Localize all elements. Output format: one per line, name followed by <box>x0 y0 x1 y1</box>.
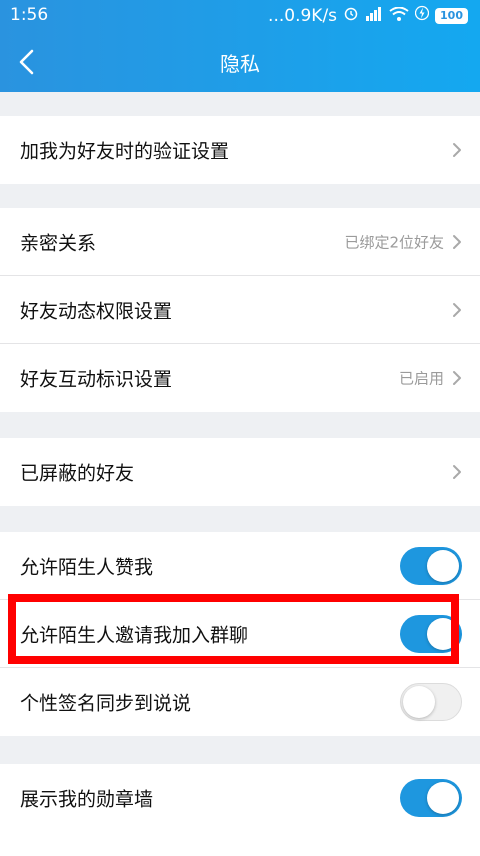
signal-icon <box>365 6 383 26</box>
charging-icon <box>414 5 430 26</box>
alarm-icon <box>343 5 359 26</box>
toggle-allow-stranger-likes[interactable] <box>400 546 462 585</box>
group-blocked: 已屏蔽的好友 <box>0 438 480 506</box>
row-value: 已绑定2位好友 <box>344 233 444 251</box>
row-show-medal-wall: 展示我的勋章墙 <box>0 764 480 832</box>
group-medal-wall: 展示我的勋章墙 <box>0 764 480 856</box>
row-label: 已屏蔽的好友 <box>20 462 135 485</box>
chevron-right-icon <box>453 371 461 385</box>
row-blocked-friends[interactable]: 已屏蔽的好友 <box>0 438 480 506</box>
status-time: 1:56 <box>10 5 49 25</box>
nav-bar: 隐私 <box>0 32 480 92</box>
wifi-icon <box>389 6 409 26</box>
toggle-show-medal-wall[interactable] <box>400 779 462 817</box>
page-title: 隐私 <box>220 52 260 76</box>
group-verification: 加我为好友时的验证设置 <box>0 116 480 184</box>
row-label: 好友互动标识设置 <box>20 368 173 391</box>
chevron-right-icon <box>453 302 461 317</box>
chevron-right-icon <box>453 465 461 479</box>
chevron-right-icon <box>453 234 461 249</box>
app-header: 1:56 ...0.9K/s 100 隐私 <box>0 0 480 92</box>
row-label: 好友动态权限设置 <box>20 300 173 322</box>
toggle-signature-sync[interactable] <box>400 683 462 721</box>
row-intimate-relationship[interactable]: 亲密关系 已绑定2位好友 <box>0 208 480 276</box>
toggle-knob <box>403 686 435 718</box>
status-icons: ...0.9K/s 100 <box>268 5 468 26</box>
status-bar: 1:56 ...0.9K/s 100 <box>0 0 480 32</box>
row-label: 允许陌生人赞我 <box>20 556 154 578</box>
group-stranger-permissions: 允许陌生人赞我 允许陌生人邀请我加入群聊 个性签名同步到说说 <box>0 532 480 736</box>
battery-indicator: 100 <box>435 7 468 24</box>
toggle-knob <box>427 549 459 582</box>
chevron-right-icon <box>453 143 461 157</box>
row-signature-sync: 个性签名同步到说说 <box>0 668 480 736</box>
group-relations: 亲密关系 已绑定2位好友 好友动态权限设置 好友互动标识设置 已启用 <box>0 208 480 412</box>
network-speed: ...0.9K/s <box>268 5 338 26</box>
row-label: 亲密关系 <box>20 232 97 254</box>
row-friend-verification[interactable]: 加我为好友时的验证设置 <box>0 116 480 184</box>
row-interaction-badges[interactable]: 好友互动标识设置 已启用 <box>0 344 480 412</box>
row-label: 个性签名同步到说说 <box>20 692 192 715</box>
row-allow-stranger-group-invite: 允许陌生人邀请我加入群聊 <box>0 600 480 668</box>
row-label: 允许陌生人邀请我加入群聊 <box>20 624 249 646</box>
row-allow-stranger-likes: 允许陌生人赞我 <box>0 532 480 600</box>
row-feed-permissions[interactable]: 好友动态权限设置 <box>0 276 480 344</box>
row-label: 加我为好友时的验证设置 <box>20 140 230 163</box>
toggle-knob <box>427 782 459 814</box>
toggle-allow-stranger-group-invite[interactable] <box>400 614 462 653</box>
row-value: 已启用 <box>398 369 444 388</box>
row-label: 展示我的勋章墙 <box>20 788 154 811</box>
toggle-knob <box>427 617 459 650</box>
